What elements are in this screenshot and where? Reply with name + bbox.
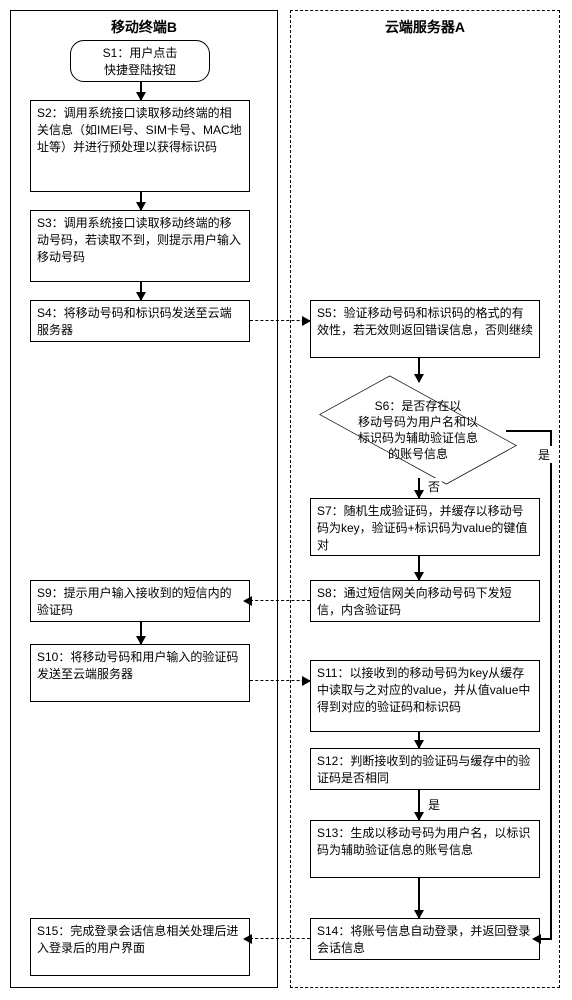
step-s11: S11：以接收到的移动号码为key从缓存中读取与之对应的value，并从值val… xyxy=(310,660,540,732)
label-no: 否 xyxy=(426,478,442,495)
arrow-right-icon xyxy=(302,316,311,326)
step-s5-text: S5：验证移动号码和标识码的格式的有效性，若无效则返回错误信息，否则继续 xyxy=(317,306,533,337)
arrow-down-icon xyxy=(136,292,146,301)
step-s2: S2：调用系统接口读取移动终端的相关信息（如IMEI号、SIM卡号、MAC地址等… xyxy=(30,100,250,192)
arrow-down-icon xyxy=(136,202,146,211)
label-yes: 是 xyxy=(536,446,552,463)
arrow-left-icon xyxy=(243,934,252,944)
conn-s6-yes-h xyxy=(506,430,550,432)
step-s7: S7：随机生成验证码，并缓存以移动号码为key，验证码+标识码为value的键值… xyxy=(310,498,540,556)
step-s6-diamond: S6：是否存在以 移动号码为用户名和以 标识码为辅助验证信息 的账号信息 xyxy=(328,380,508,480)
step-s12: S12：判断接收到的验证码与缓存中的验证码是否相同 xyxy=(310,748,540,790)
arrow-down-icon xyxy=(136,92,146,101)
step-s4-text: S4：将移动号码和标识码发送至云端服务器 xyxy=(37,306,232,337)
step-s7-text: S7：随机生成验证码，并缓存以移动号码为key，验证码+标识码为value的键值… xyxy=(317,504,527,552)
conn-s6-yes-h2 xyxy=(540,938,550,940)
step-s14-text: S14：将账号信息自动登录，并返回登录会话信息 xyxy=(317,924,530,955)
arrow-down-icon xyxy=(414,910,424,919)
conn-s4-s5 xyxy=(250,320,310,321)
step-s6-text: S6：是否存在以 移动号码为用户名和以 标识码为辅助验证信息 的账号信息 xyxy=(328,380,508,480)
arrow-down-icon xyxy=(414,374,424,383)
lane-title-left: 移动终端B xyxy=(11,11,277,43)
step-s13-text: S13：生成以移动号码为用户名，以标识码为辅助验证信息的账号信息 xyxy=(317,826,530,857)
step-s10: S10：将移动号码和用户输入的验证码发送至云端服务器 xyxy=(30,644,250,702)
step-s2-text: S2：调用系统接口读取移动终端的相关信息（如IMEI号、SIM卡号、MAC地址等… xyxy=(37,106,242,154)
arrow-down-icon xyxy=(414,740,424,749)
arrow-left-icon xyxy=(532,934,541,944)
step-s3: S3：调用系统接口读取移动终端的移动号码，若读取不到，则提示用户输入移动号码 xyxy=(30,210,250,282)
step-s1-text: S1：用户点击 快捷登陆按钮 xyxy=(103,46,178,77)
lane-title-right: 云端服务器A xyxy=(291,11,559,43)
step-s4: S4：将移动号码和标识码发送至云端服务器 xyxy=(30,300,250,342)
step-s10-text: S10：将移动号码和用户输入的验证码发送至云端服务器 xyxy=(37,650,238,681)
step-s13: S13：生成以移动号码为用户名，以标识码为辅助验证信息的账号信息 xyxy=(310,820,540,878)
arrow-down-icon xyxy=(414,812,424,821)
conn-s14-s15 xyxy=(250,938,310,939)
conn-s8-s9 xyxy=(250,600,310,601)
step-s15: S15：完成登录会话信息相关处理后进入登录后的用户界面 xyxy=(30,918,250,976)
step-s9-text: S9：提示用户输入接收到的短信内的验证码 xyxy=(37,586,232,617)
step-s8-text: S8：通过短信网关向移动号码下发短信，内含验证码 xyxy=(317,586,512,617)
step-s11-text: S11：以接收到的移动号码为key从缓存中读取与之对应的value，并从值val… xyxy=(317,666,530,714)
step-s8: S8：通过短信网关向移动号码下发短信，内含验证码 xyxy=(310,580,540,622)
step-s1: S1：用户点击 快捷登陆按钮 xyxy=(70,40,210,82)
arrow-down-icon xyxy=(414,490,424,499)
step-s3-text: S3：调用系统接口读取移动终端的移动号码，若读取不到，则提示用户输入移动号码 xyxy=(37,216,241,264)
label-yes2: 是 xyxy=(426,796,442,813)
step-s5: S5：验证移动号码和标识码的格式的有效性，若无效则返回错误信息，否则继续 xyxy=(310,300,540,358)
arrow-left-icon xyxy=(243,596,252,606)
conn-s6-yes-v xyxy=(550,430,552,940)
step-s14: S14：将账号信息自动登录，并返回登录会话信息 xyxy=(310,918,540,960)
arrow-down-icon xyxy=(136,636,146,645)
conn-s10-s11 xyxy=(250,680,310,681)
step-s9: S9：提示用户输入接收到的短信内的验证码 xyxy=(30,580,250,622)
arrow-down-icon xyxy=(414,572,424,581)
step-s15-text: S15：完成登录会话信息相关处理后进入登录后的用户界面 xyxy=(37,924,238,955)
arrow-right-icon xyxy=(302,676,311,686)
step-s12-text: S12：判断接收到的验证码与缓存中的验证码是否相同 xyxy=(317,754,530,785)
